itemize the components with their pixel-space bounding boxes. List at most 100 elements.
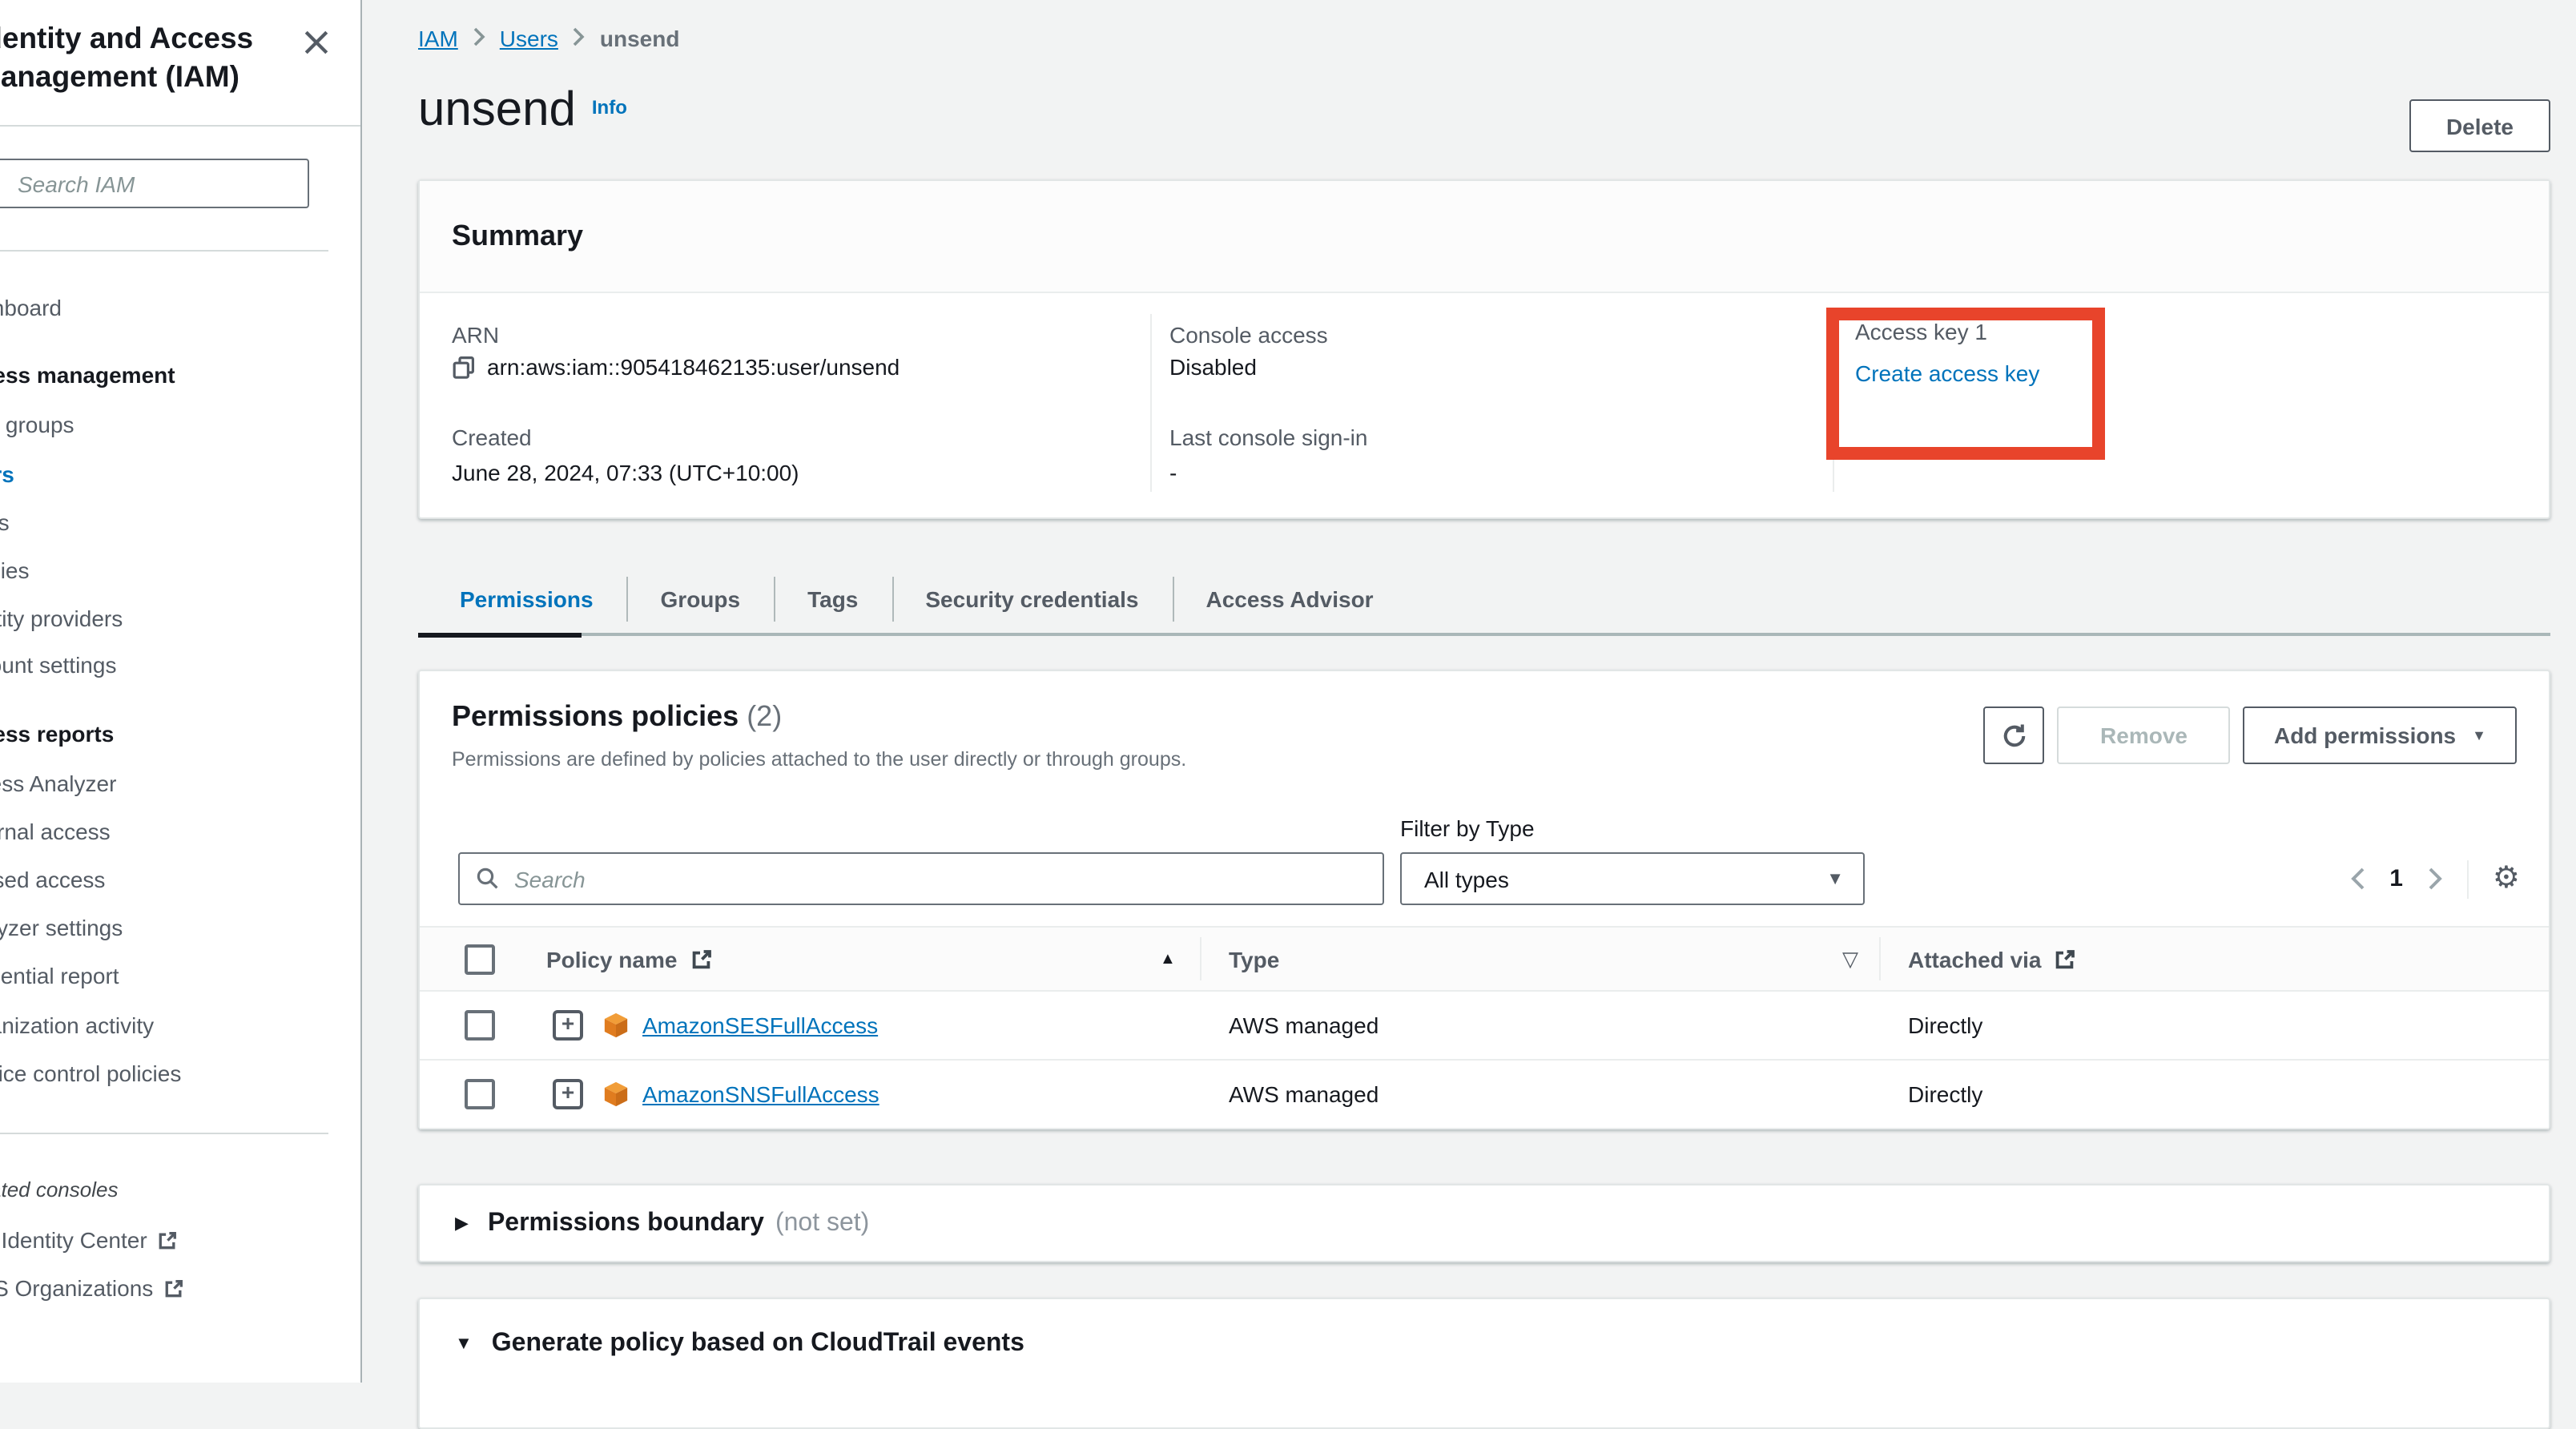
sidebar-item-credential-report[interactable]: Credential report — [0, 963, 119, 988]
expand-row-icon[interactable]: + — [553, 1079, 583, 1109]
console-access-label: Console access — [1169, 322, 1328, 348]
console-access-value: Disabled — [1169, 354, 1257, 380]
arn-label: ARN — [452, 322, 499, 348]
caret-down-icon: ▼ — [2472, 727, 2486, 743]
sidebar-item-account-settings[interactable]: Account settings — [0, 652, 116, 678]
row-checkbox[interactable] — [465, 1079, 495, 1109]
sidebar-item-roles[interactable]: Roles — [0, 509, 10, 535]
sidebar-item-dashboard[interactable]: Dashboard — [0, 295, 62, 320]
breadcrumb-users-link[interactable]: Users — [500, 26, 558, 51]
breadcrumb-chevron-icon — [473, 26, 485, 51]
refresh-button[interactable] — [1983, 706, 2044, 764]
remove-button[interactable]: Remove — [2057, 706, 2231, 764]
permissions-boundary-header[interactable]: ▶ Permissions boundary (not set) — [420, 1185, 2549, 1261]
filter-caret-icon[interactable]: ▽ — [1842, 946, 1858, 972]
policy-type: AWS managed — [1229, 1081, 1379, 1107]
tab-access-advisor[interactable]: Access Advisor — [1173, 564, 1407, 634]
policy-actions: Remove Add permissions ▼ — [1983, 706, 2517, 764]
next-page-button[interactable] — [2427, 867, 2443, 891]
sidebar-section-related-consoles: Related consoles — [0, 1177, 118, 1202]
row-checkbox[interactable] — [465, 1010, 495, 1041]
create-access-key-link[interactable]: Create access key — [1855, 360, 2039, 386]
info-link[interactable]: Info — [592, 96, 627, 119]
table-header-row: Policy name ▲ Type ▽ Attached via — [420, 926, 2549, 992]
divider — [2467, 859, 2469, 898]
tab-permissions[interactable]: Permissions — [418, 564, 627, 634]
caret-down-icon: ▼ — [1826, 869, 1844, 888]
attached-via: Directly — [1908, 1012, 1982, 1038]
caret-down-icon: ▼ — [455, 1334, 473, 1354]
tab-groups[interactable]: Groups — [627, 564, 775, 634]
policies-table: Policy name ▲ Type ▽ Attached via + — [420, 926, 2549, 1129]
sidebar-item-organization-activity[interactable]: Organization activity — [0, 1012, 154, 1038]
permissions-policies-card: Permissions policies (2) Permissions are… — [418, 670, 2550, 1129]
external-link-icon — [2055, 948, 2077, 970]
pagination: 1 ⚙ — [2349, 852, 2520, 905]
policy-name-link[interactable]: AmazonSESFullAccess — [642, 1012, 878, 1038]
close-icon[interactable] — [303, 29, 332, 58]
tab-tags[interactable]: Tags — [774, 564, 892, 634]
divider — [1879, 937, 1881, 980]
sidebar-item-users[interactable]: Users — [0, 461, 14, 487]
permissions-boundary-status: (not set) — [775, 1209, 869, 1238]
created-label: Created — [452, 425, 532, 450]
search-icon — [476, 867, 500, 891]
iam-console-page: Identity and Access Management (IAM) Das… — [0, 0, 2576, 1383]
external-link-icon — [163, 1278, 183, 1304]
add-permissions-button[interactable]: Add permissions ▼ — [2244, 706, 2517, 764]
generate-policy-header[interactable]: ▼ Generate policy based on CloudTrail ev… — [420, 1299, 2549, 1389]
select-all-checkbox[interactable] — [465, 944, 495, 974]
delete-button[interactable]: Delete — [2409, 99, 2550, 152]
page-number[interactable]: 1 — [2389, 865, 2403, 892]
sidebar-item-user-groups[interactable]: User groups — [0, 412, 74, 437]
divider — [1150, 314, 1152, 492]
access-key-label: Access key 1 — [1855, 319, 1987, 344]
permissions-boundary-card: ▶ Permissions boundary (not set) — [418, 1184, 2550, 1262]
sidebar-item-access-analyzer[interactable]: Access Analyzer — [0, 771, 116, 796]
main-content: IAM Users unsend unsendInfo Delete Summa… — [362, 0, 2576, 1383]
expand-row-icon[interactable]: + — [553, 1010, 583, 1041]
divider — [0, 250, 328, 252]
managed-policy-icon — [602, 1081, 630, 1108]
permissions-boundary-title: Permissions boundary — [488, 1209, 764, 1238]
sidebar-item-policies[interactable]: Policies — [0, 558, 30, 583]
sidebar-item-service-control-policies[interactable]: Service control policies — [0, 1061, 181, 1086]
policy-search-input[interactable] — [458, 852, 1384, 905]
created-value: June 28, 2024, 07:33 (UTC+10:00) — [452, 460, 799, 485]
tab-security-credentials[interactable]: Security credentials — [892, 564, 1172, 634]
sidebar-item-aws-organizations[interactable]: AWS Organizations — [0, 1275, 183, 1304]
sort-ascending-icon[interactable]: ▲ — [1160, 950, 1176, 968]
divider — [0, 1133, 328, 1134]
sidebar-section-access-reports: Access reports — [0, 721, 114, 747]
generate-policy-card: ▼ Generate policy based on CloudTrail ev… — [418, 1298, 2550, 1429]
sidebar-item-iam-identity-center[interactable]: IAM Identity Center — [0, 1227, 178, 1256]
external-link-icon — [690, 948, 712, 970]
sidebar-item-external-access[interactable]: External access — [0, 819, 111, 844]
table-row: + AmazonSNSFullAccess AWS managed Direct… — [420, 1061, 2549, 1129]
summary-header: Summary — [420, 181, 2549, 293]
column-header-attached-via[interactable]: Attached via — [1908, 946, 2077, 972]
policy-type: AWS managed — [1229, 1012, 1379, 1038]
breadcrumb: IAM Users unsend — [418, 26, 679, 51]
search-iam-input[interactable] — [0, 159, 309, 208]
last-signin-label: Last console sign-in — [1169, 425, 1368, 450]
permissions-policies-title: Permissions policies (2) — [452, 700, 782, 734]
divider — [0, 125, 360, 127]
column-header-type[interactable]: Type — [1229, 946, 1279, 972]
sidebar-section-access-management: Access management — [0, 362, 175, 388]
type-filter-select[interactable]: All types ▼ — [1400, 852, 1865, 905]
sidebar-item-unused-access[interactable]: Unused access — [0, 867, 105, 892]
generate-policy-title: Generate policy based on CloudTrail even… — [492, 1330, 1024, 1359]
policy-name-link[interactable]: AmazonSNSFullAccess — [642, 1081, 879, 1107]
sidebar-item-identity-providers[interactable]: Identity providers — [0, 606, 123, 631]
breadcrumb-iam-link[interactable]: IAM — [418, 26, 458, 51]
copy-icon[interactable] — [452, 355, 476, 379]
filter-by-type-label: Filter by Type — [1400, 815, 1535, 841]
previous-page-button[interactable] — [2349, 867, 2365, 891]
table-row: + AmazonSESFullAccess AWS managed Direct… — [420, 992, 2549, 1061]
column-header-policy-name[interactable]: Policy name — [546, 946, 712, 972]
last-signin-value: - — [1169, 460, 1177, 485]
gear-icon[interactable]: ⚙ — [2493, 863, 2520, 894]
divider — [1200, 937, 1201, 980]
sidebar-item-analyzer-settings[interactable]: Analyzer settings — [0, 915, 123, 940]
